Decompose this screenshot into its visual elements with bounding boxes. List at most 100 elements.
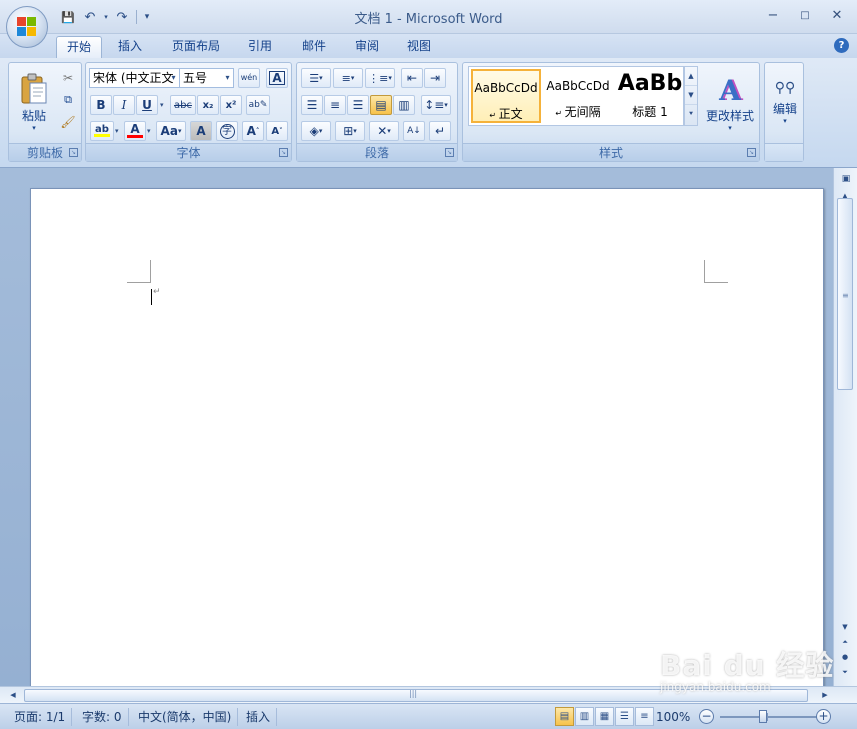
full-screen-reading-view-icon[interactable]: ▥: [575, 707, 594, 726]
tab-mailings[interactable]: 邮件: [292, 36, 336, 58]
line-spacing-button[interactable]: ↕≡ ▾: [421, 95, 451, 115]
editing-button[interactable]: ⚲⚲ 编辑 ▾: [767, 67, 803, 137]
vertical-scroll-thumb[interactable]: ≡: [837, 198, 853, 390]
underline-button[interactable]: U: [136, 95, 158, 115]
font-color-dropdown-icon[interactable]: ▾: [147, 127, 151, 135]
zoom-level[interactable]: 100%: [656, 708, 690, 726]
numbering-button[interactable]: ≡ ▾: [333, 68, 363, 88]
change-styles-button[interactable]: A 更改样式 ▾: [703, 67, 757, 139]
minimize-button[interactable]: −: [757, 4, 789, 26]
shrink-font-button[interactable]: A ˅: [266, 121, 288, 141]
style-name: ↵ 正文: [489, 107, 523, 121]
distributed-button[interactable]: ▥: [393, 95, 415, 115]
scroll-left-icon[interactable]: ◀: [6, 689, 20, 701]
document-page[interactable]: ↵: [30, 188, 824, 708]
superscript-button[interactable]: x²: [220, 95, 242, 115]
zoom-slider-thumb[interactable]: [759, 710, 767, 723]
style-item-no-spacing[interactable]: AaBbCcDd ↵ 无间隔: [543, 69, 613, 123]
justify-button[interactable]: ▤: [370, 95, 392, 115]
styles-launcher-icon[interactable]: ↘: [747, 148, 756, 157]
align-center-button[interactable]: ≡: [324, 95, 346, 115]
web-layout-view-icon[interactable]: ▦: [595, 707, 614, 726]
phonetic-guide-button[interactable]: wén: [238, 68, 260, 88]
style-sample: AaBbCcDd: [546, 79, 610, 93]
decrease-indent-button[interactable]: ⇤: [401, 68, 423, 88]
font-size-input[interactable]: 五号 ▾: [179, 68, 234, 88]
gallery-scroll-down-icon[interactable]: ▼: [685, 86, 697, 105]
font-name-value: 宋体 (中文正文: [93, 71, 174, 85]
gallery-more-icon[interactable]: ⯆: [685, 105, 697, 124]
tab-page-layout[interactable]: 页面布局: [162, 36, 230, 58]
style-item-heading-1[interactable]: AaBb 标题 1: [615, 69, 685, 123]
font-launcher-icon[interactable]: ↘: [279, 148, 288, 157]
status-word-count[interactable]: 字数: 0: [76, 708, 129, 726]
align-left-button[interactable]: ☰: [301, 95, 323, 115]
multilevel-list-icon: ⋮≡: [368, 71, 389, 85]
editing-group-label: [765, 143, 803, 161]
status-insert-mode[interactable]: 插入: [240, 708, 278, 726]
highlight-dropdown-icon[interactable]: ▾: [115, 127, 119, 135]
scroll-down-icon[interactable]: ▼: [838, 621, 852, 633]
tab-references[interactable]: 引用: [238, 36, 282, 58]
tab-review[interactable]: 审阅: [345, 36, 389, 58]
draft-view-icon[interactable]: ≡: [635, 707, 654, 726]
enclose-characters-button[interactable]: 字: [216, 121, 238, 141]
office-button[interactable]: [6, 6, 48, 48]
multilevel-list-button[interactable]: ⋮≡ ▾: [365, 68, 395, 88]
ribbon-tabs: 开始 插入 页面布局 引用 邮件 审阅 视图 ?: [0, 34, 857, 58]
font-name-input[interactable]: 宋体 (中文正文 ▾: [89, 68, 180, 88]
outline-view-icon[interactable]: ☰: [615, 707, 634, 726]
paste-button[interactable]: 粘贴 ▾: [13, 67, 55, 137]
tab-home[interactable]: 开始: [56, 36, 103, 58]
strikethrough-button[interactable]: abc: [170, 95, 196, 115]
zoom-out-button[interactable]: −: [699, 709, 714, 724]
print-layout-view-icon[interactable]: ▤: [555, 707, 574, 726]
subscript-button[interactable]: x₂: [197, 95, 219, 115]
highlight-button[interactable]: ab: [90, 121, 114, 141]
character-border-button[interactable]: A: [266, 68, 288, 88]
show-hide-marks-button[interactable]: ↵: [429, 121, 451, 141]
align-right-button[interactable]: ☰: [347, 95, 369, 115]
tab-view[interactable]: 视图: [397, 36, 441, 58]
close-button[interactable]: ✕: [821, 4, 853, 26]
font-size-dropdown-icon[interactable]: ▾: [222, 69, 233, 87]
baidu-watermark: Bai du 经验 jingyan.baidu.com: [660, 644, 834, 694]
font-color-button[interactable]: A: [124, 121, 146, 141]
style-item-normal[interactable]: AaBbCcDd ↵ 正文: [471, 69, 541, 123]
gallery-scroll-up-icon[interactable]: ▲: [685, 67, 697, 86]
maximize-button[interactable]: □: [789, 4, 821, 26]
paragraph-launcher-icon[interactable]: ↘: [445, 148, 454, 157]
chinese-layout-button[interactable]: ✕ ▾: [369, 121, 399, 141]
font-group: 宋体 (中文正文 ▾ 五号 ▾ wén A B I U ▾ abc x₂ x² …: [85, 62, 292, 162]
bold-button[interactable]: B: [90, 95, 112, 115]
vertical-scrollbar[interactable]: ▣ ▲ ≡ ▼ ⏶ ● ⏷: [833, 168, 857, 686]
italic-button[interactable]: I: [113, 95, 135, 115]
view-ruler-icon[interactable]: ▣: [839, 174, 853, 188]
zoom-slider-track[interactable]: [720, 716, 818, 718]
sort-icon: A↓: [407, 126, 421, 136]
clear-formatting-button[interactable]: ab✎: [246, 95, 270, 115]
sort-button[interactable]: A↓: [403, 121, 425, 141]
status-page[interactable]: 页面: 1/1: [8, 708, 73, 726]
zoom-in-button[interactable]: +: [816, 709, 831, 724]
phonetic-guide-icon: wén: [240, 73, 258, 82]
borders-button[interactable]: ⊞ ▾: [335, 121, 365, 141]
copy-icon[interactable]: ⧉: [59, 91, 77, 109]
bullets-button[interactable]: ☰ ▾: [301, 68, 331, 88]
next-page-icon[interactable]: ⏷: [838, 666, 852, 678]
grow-font-button[interactable]: A ˄: [242, 121, 264, 141]
select-browse-object-icon[interactable]: ●: [838, 651, 852, 663]
help-icon[interactable]: ?: [834, 38, 849, 53]
increase-indent-button[interactable]: ⇥: [424, 68, 446, 88]
change-case-button[interactable]: Aa ▾: [156, 121, 186, 141]
font-name-dropdown-icon[interactable]: ▾: [168, 69, 179, 87]
format-painter-icon[interactable]: 🖌: [59, 113, 77, 131]
underline-dropdown-icon[interactable]: ▾: [160, 101, 164, 109]
shading-button[interactable]: ◈ ▾: [301, 121, 331, 141]
tab-insert[interactable]: 插入: [108, 36, 152, 58]
status-language[interactable]: 中文(简体，中国): [132, 708, 239, 726]
cut-icon[interactable]: ✂: [59, 69, 77, 87]
clipboard-launcher-icon[interactable]: ↘: [69, 148, 78, 157]
character-shading-button[interactable]: A: [190, 121, 212, 141]
previous-page-icon[interactable]: ⏶: [838, 636, 852, 648]
